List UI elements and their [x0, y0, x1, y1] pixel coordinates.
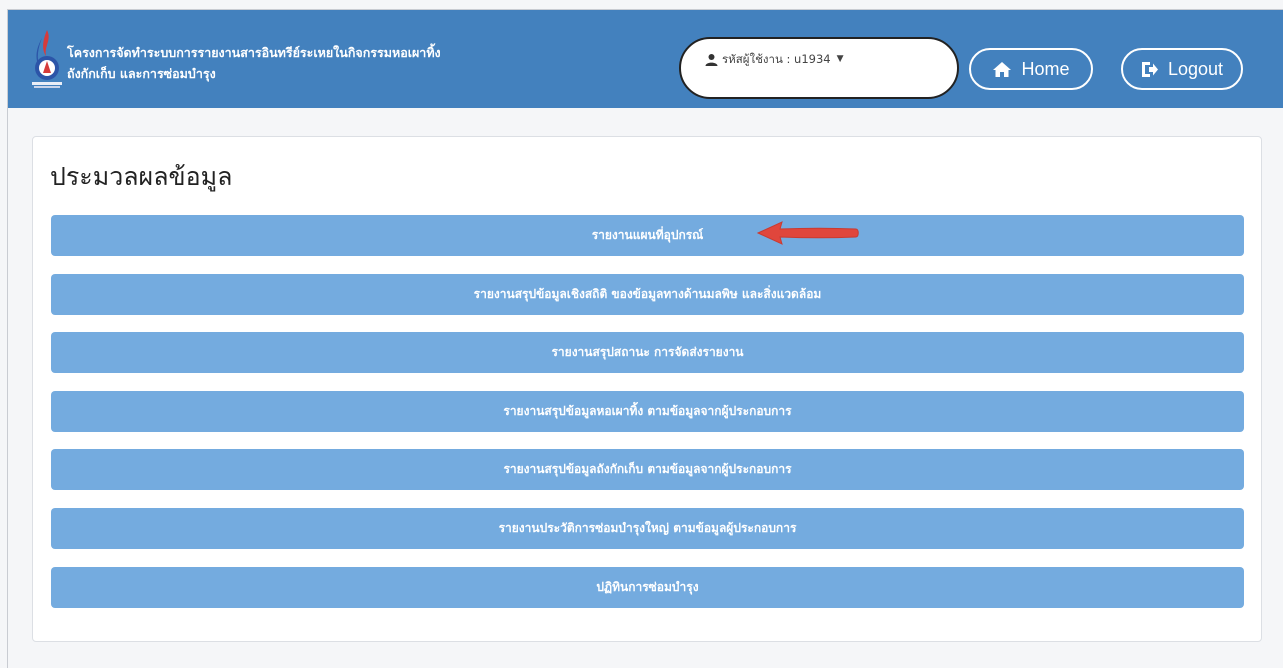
top-navbar: โครงการจัดทำระบบการรายงานสารอินทรีย์ระเห…	[8, 10, 1283, 108]
flare-summary-report-button[interactable]: รายงานสรุปข้อมูลหอเผาทิ้ง ตามข้อมูลจากผู…	[51, 391, 1244, 432]
user-dropdown[interactable]: รหัสผู้ใช้งาน : u1934 ▼	[679, 37, 959, 99]
site-title: โครงการจัดทำระบบการรายงานสารอินทรีย์ระเห…	[67, 42, 567, 84]
site-title-line1: โครงการจัดทำระบบการรายงานสารอินทรีย์ระเห…	[67, 45, 441, 60]
menu-label: รายงานสรุปข้อมูลถังกักเก็บ ตามข้อมูลจากผ…	[503, 462, 792, 476]
menu-label: รายงานประวัติการซ่อมบำรุงใหญ่ ตามข้อมูลผ…	[498, 521, 797, 535]
tank-summary-report-button[interactable]: รายงานสรุปข้อมูลถังกักเก็บ ตามข้อมูลจากผ…	[51, 449, 1244, 490]
logout-icon	[1141, 61, 1158, 77]
home-button[interactable]: Home	[969, 48, 1093, 90]
maintenance-calendar-button[interactable]: ปฏิทินการซ่อมบำรุง	[51, 567, 1244, 608]
home-button-label: Home	[1021, 58, 1070, 79]
user-id-label: รหัสผู้ใช้งาน : u1934	[722, 52, 831, 66]
processing-panel: ประมวลผลข้อมูล รายงานแผนที่อุปกรณ์ รายงา…	[32, 136, 1262, 642]
maintenance-history-report-button[interactable]: รายงานประวัติการซ่อมบำรุงใหญ่ ตามข้อมูลผ…	[51, 508, 1244, 549]
site-title-line2: ถังกักเก็บ และการซ่อมบำรุง	[67, 66, 216, 81]
caret-down-icon: ▼	[836, 54, 844, 64]
logout-button-label: Logout	[1167, 58, 1224, 79]
app-window: โครงการจัดทำระบบการรายงานสารอินทรีย์ระเห…	[7, 9, 1283, 668]
user-icon	[705, 54, 718, 66]
page-title: ประมวลผลข้อมูล	[50, 162, 233, 191]
menu-label: รายงานสรุปข้อมูลหอเผาทิ้ง ตามข้อมูลจากผู…	[503, 404, 792, 418]
organization-logo[interactable]	[30, 28, 64, 90]
menu-label: รายงานแผนที่อุปกรณ์	[591, 228, 704, 242]
menu-label: รายงานสรุปข้อมูลเชิงสถิติ ของข้อมูลทางด้…	[473, 287, 822, 301]
submission-status-report-button[interactable]: รายงานสรุปสถานะ การจัดส่งรายงาน	[51, 332, 1244, 373]
red-arrow-annotation	[756, 221, 859, 245]
menu-label: รายงานสรุปสถานะ การจัดส่งรายงาน	[551, 345, 744, 359]
equipment-map-report-button[interactable]: รายงานแผนที่อุปกรณ์	[51, 215, 1244, 256]
home-icon	[993, 61, 1012, 77]
menu-label: ปฏิทินการซ่อมบำรุง	[596, 580, 699, 594]
statistics-report-button[interactable]: รายงานสรุปข้อมูลเชิงสถิติ ของข้อมูลทางด้…	[51, 274, 1244, 315]
logout-button[interactable]: Logout	[1121, 48, 1243, 90]
